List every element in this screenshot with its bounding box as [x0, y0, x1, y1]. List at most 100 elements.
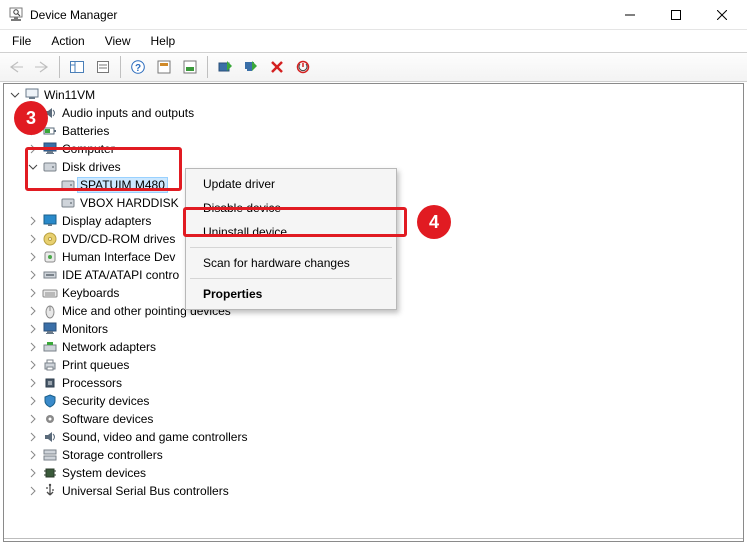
expander-closed-icon[interactable] [26, 124, 40, 138]
expander-closed-icon[interactable] [26, 376, 40, 390]
gear-icon [42, 411, 58, 427]
expander-closed-icon[interactable] [26, 358, 40, 372]
chip-icon [42, 465, 58, 481]
tree-category-label: Processors [62, 376, 122, 390]
menubar: File Action View Help [0, 30, 747, 52]
monitor-icon [42, 141, 58, 157]
printer-icon [42, 357, 58, 373]
disk-icon [60, 195, 76, 211]
computer-icon [24, 87, 40, 103]
window-title: Device Manager [30, 8, 607, 22]
expander-closed-icon[interactable] [26, 142, 40, 156]
svg-text:?: ? [135, 63, 141, 74]
expander-closed-icon[interactable] [26, 340, 40, 354]
expander-closed-icon[interactable] [26, 394, 40, 408]
mouse-icon [42, 303, 58, 319]
separator [190, 247, 392, 248]
expander-closed-icon[interactable] [26, 214, 40, 228]
update-driver-button[interactable] [213, 55, 237, 79]
tree-category-label: Keyboards [62, 286, 119, 300]
tree-category[interactable]: Sound, video and game controllers [4, 428, 743, 446]
tree-category-label: Disk drives [62, 160, 121, 174]
cdrom-icon [42, 231, 58, 247]
storage-icon [42, 447, 58, 463]
separator [59, 56, 60, 78]
tree-category[interactable]: Print queues [4, 356, 743, 374]
tree-category[interactable]: Computer [4, 140, 743, 158]
back-button[interactable] [4, 55, 28, 79]
close-button[interactable] [699, 0, 745, 30]
disable-button[interactable] [291, 55, 315, 79]
tree-category-label: Display adapters [62, 214, 151, 228]
tree-category[interactable]: System devices [4, 464, 743, 482]
display-icon [42, 213, 58, 229]
keyboard-icon [42, 285, 58, 301]
ctx-uninstall-device[interactable]: Uninstall device [189, 220, 393, 244]
tree-category-label: Human Interface Dev [62, 250, 175, 264]
speaker-icon [42, 429, 58, 445]
network-icon [42, 339, 58, 355]
ctx-scan-hardware[interactable]: Scan for hardware changes [189, 251, 393, 275]
scan-hardware-button[interactable] [239, 55, 263, 79]
device-tree[interactable]: Win11VM Audio inputs and outputs Batteri… [3, 83, 744, 542]
expander-closed-icon[interactable] [26, 232, 40, 246]
action-button-2[interactable] [178, 55, 202, 79]
action-button-1[interactable] [152, 55, 176, 79]
expander-closed-icon[interactable] [26, 412, 40, 426]
tree-category[interactable]: Security devices [4, 392, 743, 410]
expander-closed-icon[interactable] [26, 322, 40, 336]
separator [207, 56, 208, 78]
tree-root-label: Win11VM [44, 88, 95, 102]
tree-category-label: Storage controllers [62, 448, 163, 462]
minimize-button[interactable] [607, 0, 653, 30]
expander-closed-icon[interactable] [26, 106, 40, 120]
expander-closed-icon[interactable] [26, 268, 40, 282]
ctx-update-driver[interactable]: Update driver [189, 172, 393, 196]
tree-category[interactable]: Audio inputs and outputs [4, 104, 743, 122]
battery-icon [42, 123, 58, 139]
maximize-button[interactable] [653, 0, 699, 30]
help-button[interactable]: ? [126, 55, 150, 79]
tree-category-label: Universal Serial Bus controllers [62, 484, 229, 498]
ctx-properties[interactable]: Properties [189, 282, 393, 306]
tree-category-label: Sound, video and game controllers [62, 430, 247, 444]
tree-category-label: Security devices [62, 394, 149, 408]
menu-action[interactable]: Action [43, 32, 92, 50]
usb-icon [42, 483, 58, 499]
tree-category[interactable]: Universal Serial Bus controllers [4, 482, 743, 500]
expander-closed-icon[interactable] [26, 304, 40, 318]
expander-closed-icon[interactable] [26, 250, 40, 264]
tree-category[interactable]: Batteries [4, 122, 743, 140]
menu-view[interactable]: View [97, 32, 139, 50]
tree-category[interactable]: Network adapters [4, 338, 743, 356]
tree-root[interactable]: Win11VM [4, 86, 743, 104]
speaker-icon [42, 105, 58, 121]
expander-closed-icon[interactable] [26, 466, 40, 480]
menu-help[interactable]: Help [143, 32, 184, 50]
expander-closed-icon[interactable] [26, 484, 40, 498]
tree-category-label: Computer [62, 142, 115, 156]
tree-category[interactable]: Storage controllers [4, 446, 743, 464]
expander-closed-icon[interactable] [26, 286, 40, 300]
titlebar: Device Manager [0, 0, 747, 30]
expander-closed-icon[interactable] [26, 430, 40, 444]
cpu-icon [42, 375, 58, 391]
statusbar-rule [4, 538, 743, 539]
tree-category[interactable]: Software devices [4, 410, 743, 428]
tree-category[interactable]: Monitors [4, 320, 743, 338]
tree-category-label: Print queues [62, 358, 129, 372]
separator [190, 278, 392, 279]
forward-button[interactable] [30, 55, 54, 79]
ctx-disable-device[interactable]: Disable device [189, 196, 393, 220]
menu-file[interactable]: File [4, 32, 39, 50]
tree-category-label: DVD/CD-ROM drives [62, 232, 175, 246]
tree-category[interactable]: Processors [4, 374, 743, 392]
show-hide-tree-button[interactable] [65, 55, 89, 79]
toolbar: ? [0, 52, 747, 82]
expander-open-icon[interactable] [8, 88, 22, 102]
uninstall-button[interactable] [265, 55, 289, 79]
expander-closed-icon[interactable] [26, 448, 40, 462]
expander-open-icon[interactable] [26, 160, 40, 174]
properties-button[interactable] [91, 55, 115, 79]
tree-category-label: Software devices [62, 412, 153, 426]
